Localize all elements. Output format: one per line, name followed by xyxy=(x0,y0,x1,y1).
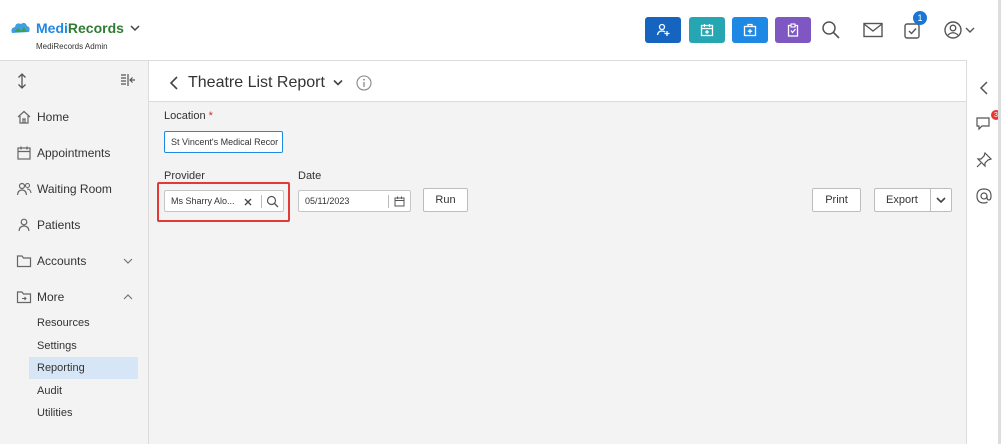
divider xyxy=(930,189,931,211)
sidebar-item-waiting-room[interactable]: Waiting Room xyxy=(0,174,148,204)
users-icon xyxy=(16,182,32,196)
chevron-down-icon xyxy=(123,258,133,264)
top-bar: MediRecords MediRecords Admin 1 xyxy=(0,0,998,61)
sidebar: Home Appointments Waiting Room Patients … xyxy=(0,61,149,444)
chat-icon xyxy=(976,117,990,131)
sidebar-item-patients[interactable]: Patients xyxy=(0,210,148,240)
appointment-button[interactable] xyxy=(689,17,725,43)
collapse-sidebar-icon[interactable] xyxy=(120,73,136,87)
task-button[interactable] xyxy=(775,17,811,43)
logo-icon xyxy=(11,22,30,33)
mail-icon xyxy=(863,22,883,38)
sidebar-item-accounts[interactable]: Accounts xyxy=(0,246,148,276)
chevron-up-icon xyxy=(123,294,133,300)
medical-button[interactable] xyxy=(732,17,768,43)
page-header: Theatre List Report xyxy=(149,61,966,102)
clipboard-icon xyxy=(787,23,799,37)
mention-icon[interactable] xyxy=(975,187,993,205)
export-button[interactable]: Export xyxy=(874,188,952,212)
chevron-down-icon[interactable] xyxy=(936,197,946,204)
chevron-down-icon xyxy=(965,27,975,33)
sidebar-item-label: Home xyxy=(37,110,70,124)
resize-vertical-icon[interactable] xyxy=(16,73,28,89)
print-button[interactable]: Print xyxy=(812,188,861,212)
folder-more-icon xyxy=(16,291,32,304)
sidebar-item-home[interactable]: Home xyxy=(0,102,148,132)
sidebar-item-label: Appointments xyxy=(37,146,111,160)
add-patient-button[interactable] xyxy=(645,17,681,43)
provider-highlight-box xyxy=(157,182,290,222)
info-icon[interactable] xyxy=(356,75,372,91)
user-account-icon xyxy=(944,21,962,39)
main-content: Theatre List Report Location * St Vincen… xyxy=(149,61,966,444)
sidebar-subitem-resources[interactable]: Resources xyxy=(29,312,138,334)
sidebar-subitem-settings[interactable]: Settings xyxy=(29,335,138,357)
add-patient-icon xyxy=(656,23,670,36)
brand-name: MediRecords xyxy=(36,20,124,36)
required-marker: * xyxy=(208,110,213,122)
date-field[interactable]: 05/11/2023 xyxy=(298,190,411,212)
sidebar-item-label: More xyxy=(37,290,65,304)
back-arrow-icon[interactable] xyxy=(169,76,179,90)
location-field[interactable]: St Vincent's Medical Recor xyxy=(164,131,283,153)
date-label: Date xyxy=(298,170,322,182)
page-title: Theatre List Report xyxy=(188,74,325,91)
chevron-left-icon[interactable] xyxy=(975,79,993,97)
notification-badge: 1 xyxy=(913,11,927,25)
chat-button[interactable]: 3 xyxy=(975,110,1001,133)
calendar-icon xyxy=(17,146,31,160)
chevron-down-icon[interactable] xyxy=(130,23,140,33)
provider-label: Provider xyxy=(164,170,205,182)
sidebar-subitem-audit[interactable]: Audit xyxy=(29,380,138,402)
sidebar-item-label: Patients xyxy=(37,218,81,232)
patients-icon xyxy=(18,218,30,232)
search-button[interactable] xyxy=(818,17,844,43)
pin-icon[interactable] xyxy=(975,151,993,169)
tasks-button[interactable]: 1 xyxy=(899,11,927,43)
sidebar-toolbar xyxy=(0,61,148,101)
brand-subtitle: MediRecords Admin xyxy=(36,42,108,51)
chevron-down-icon[interactable] xyxy=(333,79,343,87)
divider xyxy=(388,195,389,208)
calendar-icon xyxy=(700,24,714,37)
export-label: Export xyxy=(886,194,918,206)
sidebar-item-label: Waiting Room xyxy=(37,182,112,196)
calendar-icon[interactable] xyxy=(394,196,405,207)
sidebar-item-appointments[interactable]: Appointments xyxy=(0,138,148,168)
sidebar-subitem-reporting[interactable]: Reporting xyxy=(29,357,138,379)
sidebar-subitem-utilities[interactable]: Utilities xyxy=(29,402,138,424)
run-button[interactable]: Run xyxy=(423,188,468,212)
sidebar-item-label: Accounts xyxy=(37,254,87,268)
messages-button[interactable] xyxy=(860,17,886,43)
brand[interactable]: MediRecords xyxy=(8,20,140,36)
location-label: Location * xyxy=(164,110,213,122)
right-rail: 3 xyxy=(966,60,1001,444)
user-menu[interactable] xyxy=(940,17,978,43)
home-icon xyxy=(17,110,31,124)
date-value: 05/11/2023 xyxy=(305,196,350,206)
medical-kit-icon xyxy=(743,23,757,37)
sidebar-item-more[interactable]: More xyxy=(0,282,148,312)
search-icon xyxy=(822,21,840,39)
folder-icon xyxy=(16,255,32,268)
